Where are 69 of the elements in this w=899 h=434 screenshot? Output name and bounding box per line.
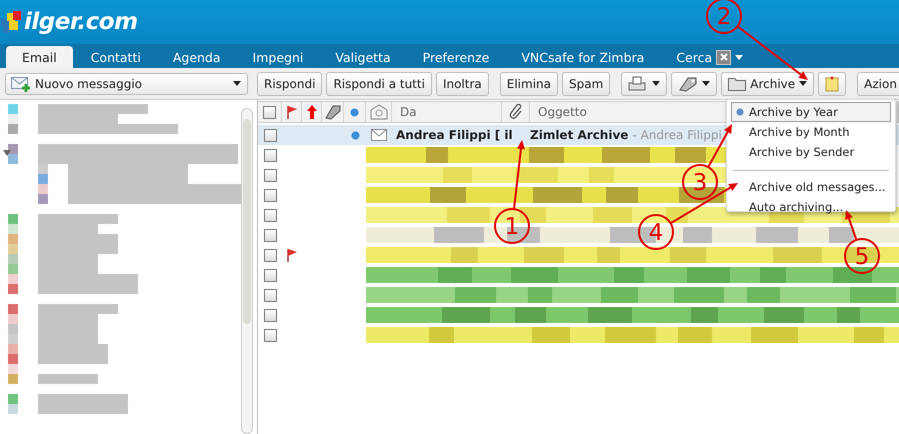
flag-icon[interactable] [286, 248, 298, 262]
caret-icon [702, 81, 710, 86]
site-logo[interactable]: ilger.com [24, 9, 138, 35]
menu-item[interactable]: Archive by Sender [731, 142, 891, 162]
row-checkbox[interactable] [264, 228, 276, 242]
note-button[interactable] [818, 72, 846, 96]
scrollbar[interactable] [241, 108, 253, 434]
caret-icon[interactable] [735, 54, 744, 60]
menu-item[interactable]: Archive old messages... [731, 177, 891, 197]
column-header[interactable]: Oggetto [530, 105, 587, 119]
toolbar-button[interactable]: Elimina [500, 72, 558, 96]
message-fragment: - Andrea Filippi [632, 128, 722, 142]
sticky-note-icon [825, 76, 840, 92]
app-tab[interactable]: Cerca [660, 46, 760, 68]
archive-button[interactable]: Archive [721, 72, 814, 96]
up-arrow-icon [306, 105, 316, 119]
puzzle-logo-icon [1, 11, 23, 33]
tag-icon [678, 76, 698, 92]
row-checkbox[interactable] [264, 308, 276, 322]
envelope-icon [371, 129, 387, 141]
toolbar-button[interactable]: Inoltra [436, 72, 489, 96]
new-message-dropdown[interactable]: Nuovo messaggio [5, 72, 248, 94]
app-tab[interactable]: Impegni [236, 46, 320, 68]
column-header[interactable]: Da [392, 105, 417, 119]
toolbar-button[interactable]: Rispondi a tutti [326, 72, 432, 96]
envelope-question-icon [370, 104, 388, 120]
paperclip-icon [508, 104, 522, 120]
annotation-arrow [513, 140, 525, 208]
sender-name: Andrea Filippi [ il [395, 128, 513, 142]
app-tab[interactable]: Agenda [156, 46, 237, 68]
tag-button[interactable] [671, 72, 718, 96]
menu-item[interactable]: Archive by Year [731, 102, 891, 122]
number-callout: 1 [494, 208, 530, 244]
caret-icon [233, 81, 241, 86]
row-checkbox[interactable] [264, 288, 276, 302]
flag-icon [286, 105, 298, 119]
select-all-checkbox[interactable] [263, 106, 276, 118]
number-callout: 4 [638, 214, 674, 250]
app-tab[interactable]: Contatti [74, 46, 157, 68]
close-icon[interactable] [716, 50, 732, 64]
app-tab[interactable]: Email [6, 46, 73, 68]
printer-icon [628, 76, 648, 92]
app-tab[interactable]: Valigetta [319, 46, 407, 68]
toolbar-button[interactable]: Azion [857, 72, 899, 96]
app-tab[interactable]: VNCsafe for Zimbra [505, 46, 660, 68]
envelope-plus-icon [11, 76, 31, 92]
annotation-arrow [845, 210, 858, 240]
folder-icon [728, 76, 746, 90]
row-checkbox[interactable] [264, 168, 276, 182]
tag-icon [324, 104, 340, 120]
toolbar-button[interactable]: Rispondi [257, 72, 322, 96]
print-button[interactable] [621, 72, 668, 96]
toolbar-button[interactable]: Spam [562, 72, 610, 96]
row-checkbox[interactable] [264, 128, 276, 142]
row-checkbox[interactable] [264, 328, 276, 342]
message-subject: Zimlet Archive [530, 128, 628, 142]
number-callout: 2 [706, 0, 742, 34]
row-checkbox[interactable] [264, 188, 276, 202]
row-checkbox[interactable] [264, 208, 276, 222]
menu-item[interactable]: Archive by Month [731, 122, 891, 142]
app-tab[interactable]: Preferenze [406, 46, 506, 68]
row-checkbox[interactable] [264, 148, 276, 162]
radio-dot-icon [736, 108, 744, 116]
row-checkbox[interactable] [264, 268, 276, 282]
menu-item[interactable]: Auto archiving... [731, 197, 891, 217]
caret-icon [652, 81, 660, 86]
annotation-arrow [738, 26, 808, 80]
status-dot-icon [350, 108, 359, 116]
row-checkbox[interactable] [264, 248, 276, 262]
